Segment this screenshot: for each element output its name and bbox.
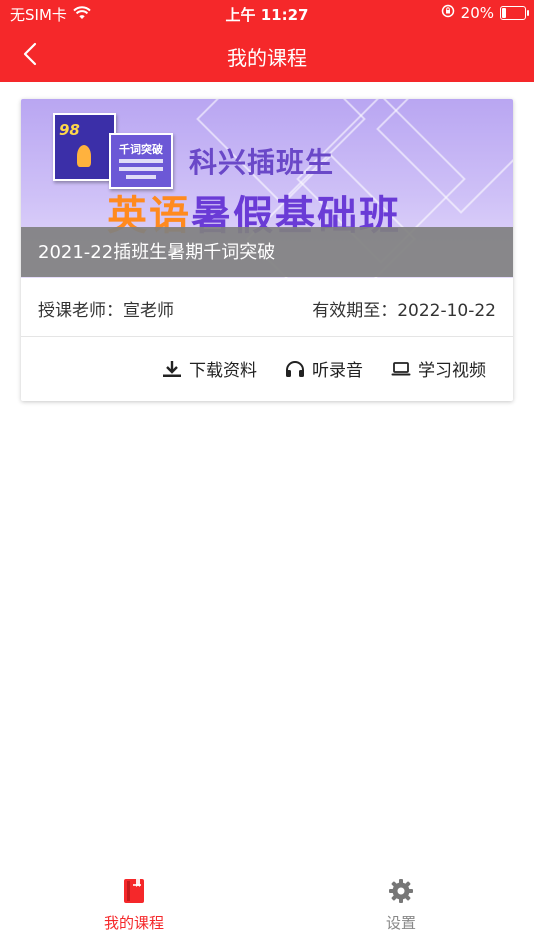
tab-my-courses[interactable]: 我的课程	[74, 878, 194, 933]
laptop-icon	[391, 361, 411, 377]
nav-bar: 我的课程	[0, 28, 534, 82]
study-video-label: 学习视频	[418, 361, 486, 381]
battery-percent: 20%	[460, 4, 494, 22]
tab-my-courses-label: 我的课程	[103, 914, 164, 932]
download-materials-label: 下载资料	[189, 361, 257, 381]
course-title: 2021-22插班生暑期千词突破	[21, 227, 513, 277]
listen-audio-label: 听录音	[312, 361, 363, 381]
course-actions: 下载资料 听录音 学习视频	[21, 338, 513, 400]
battery-icon	[500, 6, 529, 20]
book-title: 千词突破	[119, 143, 163, 156]
book-number: 98	[59, 121, 80, 139]
app-header: 无SIM卡 上午 11:27 20% 我的课程	[0, 0, 534, 82]
course-card[interactable]: 98 千词突破 科兴插班生 英语暑假基础班 2021-22插班生暑期千词突破 授…	[21, 99, 513, 401]
banner-subtitle: 科兴插班生	[189, 146, 335, 179]
download-icon	[162, 360, 182, 378]
study-video-button[interactable]: 学习视频	[391, 356, 486, 381]
orientation-lock-icon	[441, 4, 455, 22]
download-materials-button[interactable]: 下载资料	[162, 356, 257, 381]
bottom-tab-bar: 我的课程 设置	[0, 868, 534, 950]
rocket-icon	[77, 145, 91, 167]
book-icon	[122, 878, 146, 908]
status-bar: 无SIM卡 上午 11:27 20%	[0, 0, 534, 28]
headphones-icon	[285, 360, 305, 378]
course-info-row: 授课老师：宣老师 有效期至：2022-10-22	[21, 278, 513, 337]
expiry-label: 有效期至：2022-10-22	[312, 301, 496, 321]
course-banner[interactable]: 98 千词突破 科兴插班生 英语暑假基础班 2021-22插班生暑期千词突破	[21, 99, 513, 278]
gear-icon	[388, 878, 414, 908]
tab-settings-label: 设置	[385, 914, 416, 932]
book-cover-image: 98	[53, 113, 116, 181]
tab-settings[interactable]: 设置	[341, 878, 461, 933]
page-title: 我的课程	[227, 46, 307, 70]
book-cover-image: 千词突破	[109, 133, 173, 189]
teacher-label: 授课老师：宣老师	[38, 301, 174, 321]
listen-audio-button[interactable]: 听录音	[285, 356, 363, 381]
